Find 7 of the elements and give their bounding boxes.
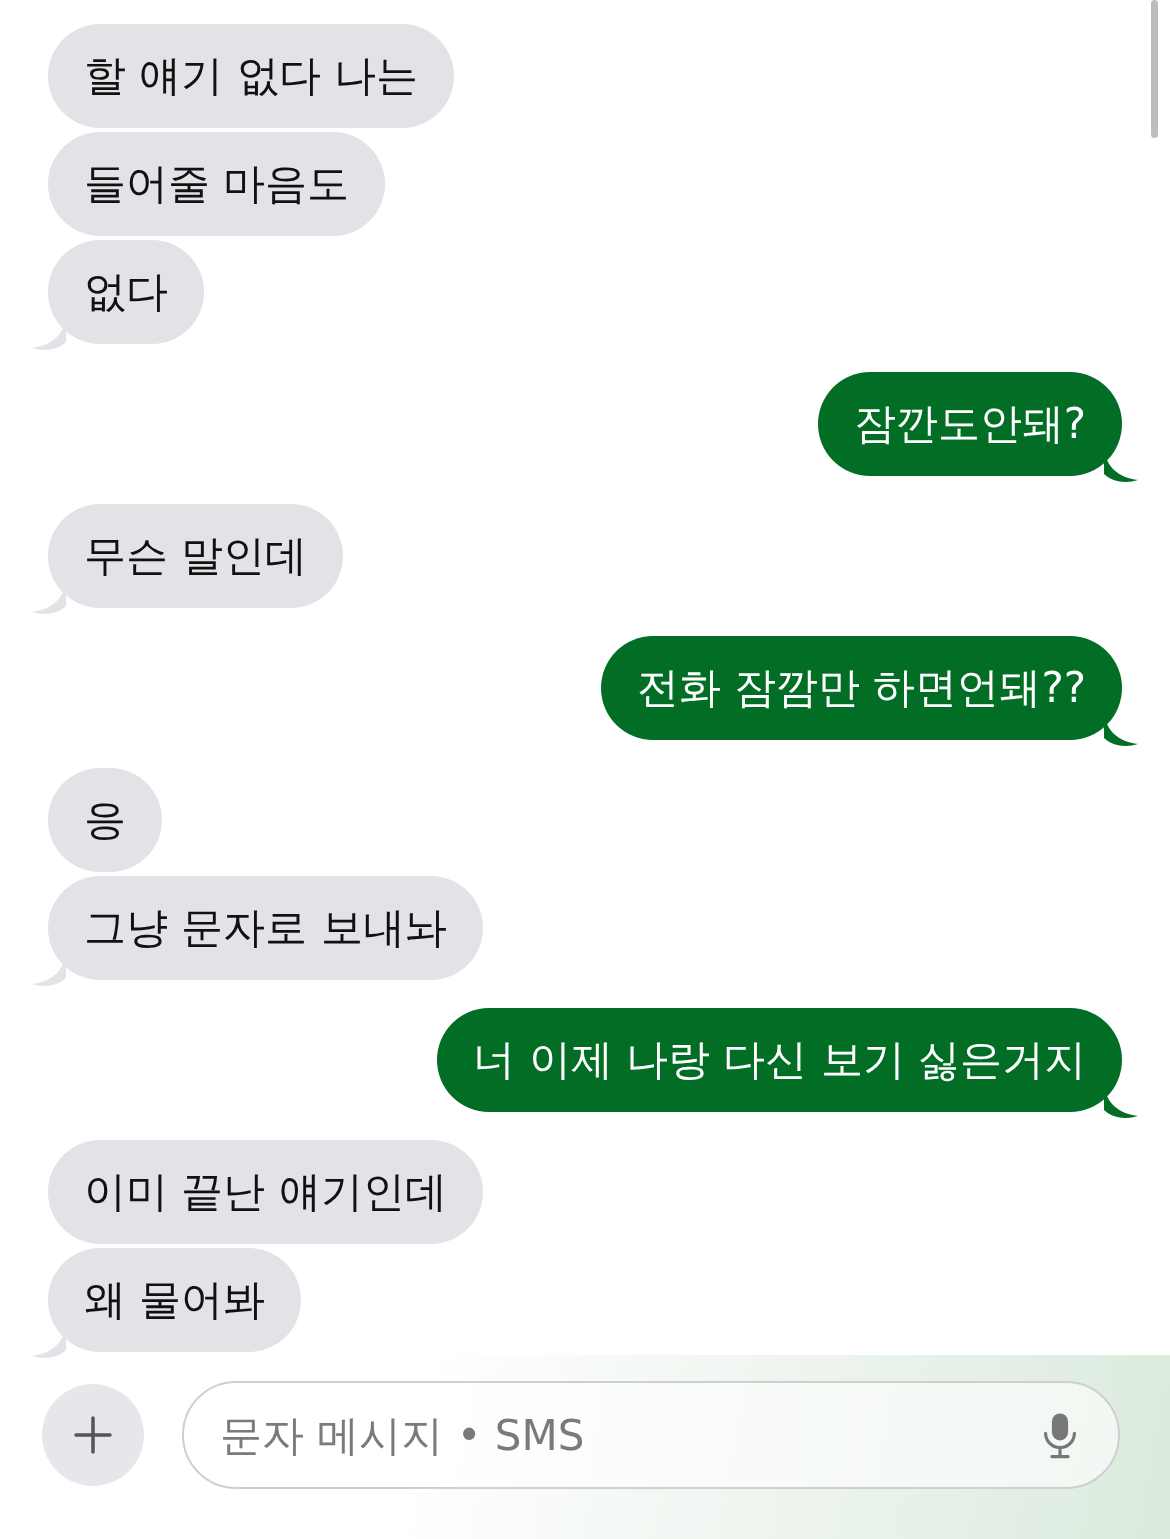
microphone-icon[interactable]: [1042, 1411, 1078, 1459]
message-bubble: 응: [48, 768, 162, 872]
message-bubble: 할 얘기 없다 나는: [48, 24, 455, 128]
message-field[interactable]: 문자 메시지 • SMS: [182, 1381, 1120, 1489]
message-bubble: 이미 끝난 얘기인데: [48, 1140, 483, 1244]
message-bubble: 들어줄 마음도: [48, 132, 386, 236]
plus-icon: [73, 1415, 113, 1455]
